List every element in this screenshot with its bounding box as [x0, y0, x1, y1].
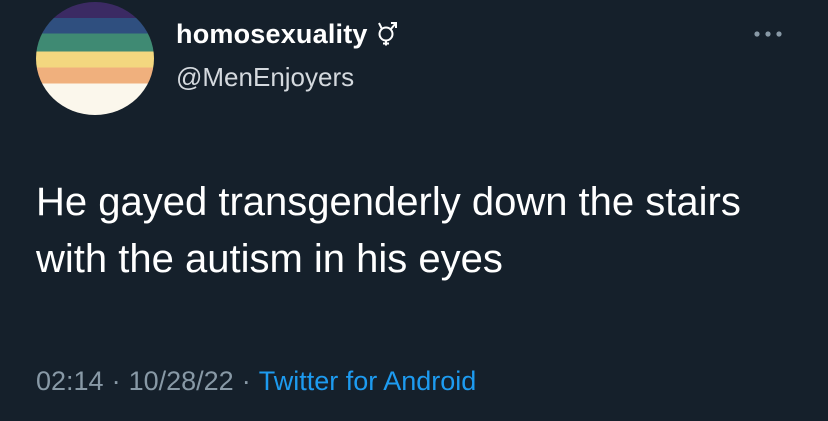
meta-separator: ·: [111, 366, 121, 396]
tweet-date[interactable]: 10/28/22: [129, 366, 234, 396]
mars-venus-symbol-icon: [376, 18, 398, 53]
author-display-name[interactable]: homosexuality: [176, 19, 368, 49]
meta-separator: ·: [241, 366, 251, 396]
avatar[interactable]: [36, 2, 154, 115]
more-dots-icon: [754, 31, 782, 37]
tweet-text: He gayed transgenderly down the stairs w…: [36, 180, 741, 281]
tweet-time[interactable]: 02:14: [36, 366, 104, 396]
author-display-name-row[interactable]: homosexuality: [176, 18, 398, 53]
tweet-meta: 02:14 · 10/28/22 · Twitter for Android: [36, 366, 476, 397]
author-handle[interactable]: @MenEnjoyers: [176, 62, 354, 93]
tweet-source-link[interactable]: Twitter for Android: [259, 366, 477, 396]
more-options-button[interactable]: [748, 22, 788, 46]
